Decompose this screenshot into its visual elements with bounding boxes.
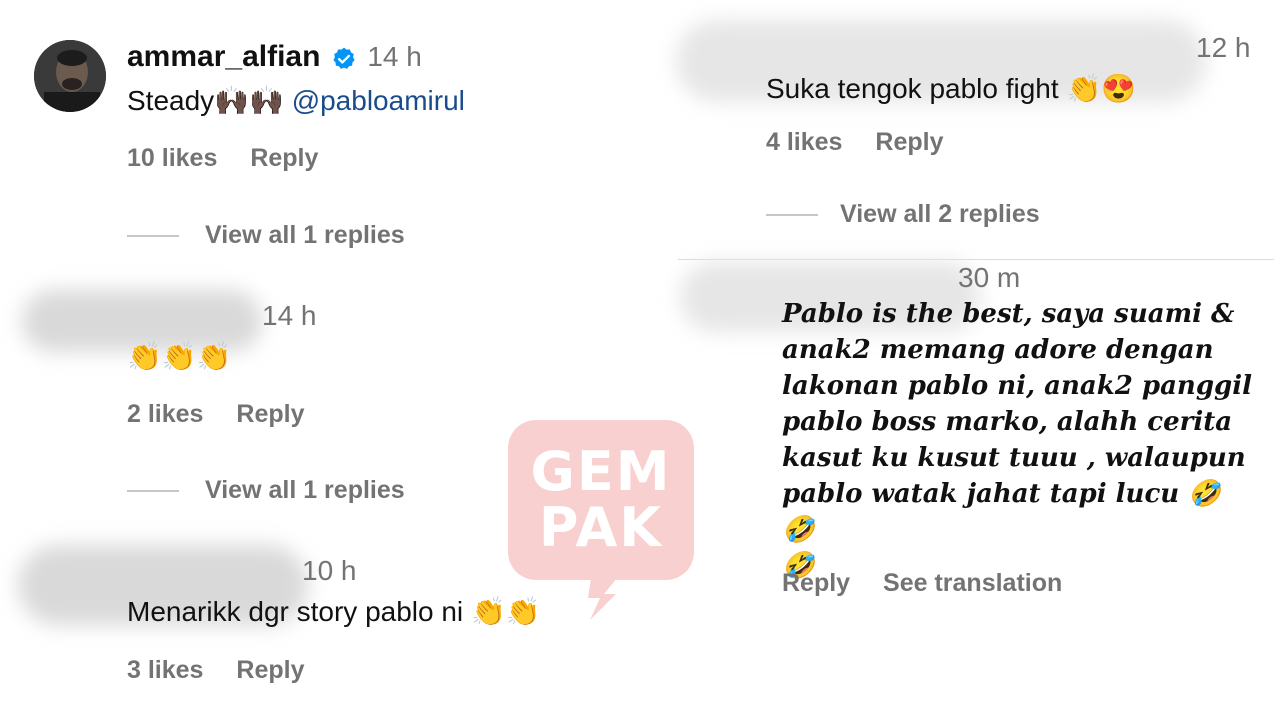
see-translation-button[interactable]: See translation bbox=[883, 569, 1062, 597]
comment-text: Steady🙌🏿🙌🏿 @pabloamirul bbox=[127, 84, 465, 117]
avatar-photo bbox=[34, 40, 106, 112]
comment-actions: 3 likes Reply bbox=[127, 656, 331, 685]
comment-line: pablo boss marko, alahh cerita bbox=[782, 407, 1233, 437]
comment-actions: 10 likes Reply bbox=[127, 144, 344, 173]
clapping-hands-emoji: 👏👏 bbox=[470, 596, 541, 627]
view-replies-button[interactable]: View all 2 replies bbox=[840, 200, 1040, 229]
likes-count[interactable]: 3 likes bbox=[127, 656, 203, 684]
verified-badge-icon bbox=[331, 46, 357, 77]
comment-body: Steady bbox=[127, 85, 215, 116]
likes-count[interactable]: 2 likes bbox=[127, 400, 203, 428]
watermark-line1: GEM bbox=[530, 440, 672, 503]
reply-button[interactable]: Reply bbox=[782, 569, 850, 597]
comment-time: 14 h bbox=[262, 300, 317, 331]
likes-count[interactable]: 4 likes bbox=[766, 128, 842, 156]
watermark-line2: PAK bbox=[538, 496, 664, 559]
comment-text: Pablo is the best, saya suami & anak2 me… bbox=[782, 296, 1252, 584]
comment-time: 12 h bbox=[1196, 32, 1251, 63]
comment-line: Pablo is the best, saya suami & bbox=[782, 299, 1235, 329]
watermark-bolt-icon bbox=[588, 572, 622, 620]
section-divider bbox=[678, 259, 1274, 260]
comment-text: Suka tengok pablo fight 👏😍 bbox=[766, 72, 1136, 105]
likes-count[interactable]: 10 likes bbox=[127, 144, 217, 172]
clapping-hands-emoji: 👏👏👏 bbox=[127, 341, 232, 372]
reply-button[interactable]: Reply bbox=[875, 128, 943, 156]
comment-text: Menarikk dgr story pablo ni 👏👏 bbox=[127, 595, 541, 628]
reply-button[interactable]: Reply bbox=[236, 656, 304, 684]
comment-body: Menarikk dgr story pablo ni bbox=[127, 596, 464, 627]
avatar[interactable] bbox=[34, 40, 106, 112]
comment-line: pablo watak jahat tapi lucu 🤣🤣 bbox=[782, 479, 1221, 545]
comment-time: 30 m bbox=[958, 262, 1021, 293]
comment-actions: Reply See translation bbox=[782, 569, 1088, 598]
clap-heart-eyes-emoji: 👏😍 bbox=[1066, 73, 1137, 104]
comment-time: 10 h bbox=[302, 555, 357, 586]
view-replies-button[interactable]: View all 1 replies bbox=[205, 476, 405, 505]
comment-header: ammar_alfian 14 h bbox=[127, 40, 422, 80]
comment-body: Suka tengok pablo fight bbox=[766, 73, 1059, 104]
mention-link[interactable]: @pabloamirul bbox=[292, 85, 465, 116]
comment-line: anak2 memang adore dengan bbox=[782, 335, 1214, 365]
view-replies-button[interactable]: View all 1 replies bbox=[205, 221, 405, 250]
replies-divider bbox=[766, 214, 818, 216]
replies-divider bbox=[127, 490, 179, 492]
reply-button[interactable]: Reply bbox=[250, 144, 318, 172]
replies-divider bbox=[127, 235, 179, 237]
comment-actions: 2 likes Reply bbox=[127, 400, 331, 429]
comment-actions: 4 likes Reply bbox=[766, 128, 970, 157]
comment-text: 👏👏👏 bbox=[127, 340, 232, 373]
comment-line: kasut ku kusut tuuu , walaupun bbox=[782, 443, 1246, 473]
reply-button[interactable]: Reply bbox=[236, 400, 304, 428]
username[interactable]: ammar_alfian bbox=[127, 40, 320, 73]
comment-time: 14 h bbox=[367, 41, 422, 72]
comment-line: lakonan pablo ni, anak2 panggil bbox=[782, 371, 1252, 401]
raised-hands-emoji: 🙌🏿🙌🏿 bbox=[214, 85, 284, 116]
gempak-watermark-logo: GEM PAK bbox=[508, 420, 694, 620]
